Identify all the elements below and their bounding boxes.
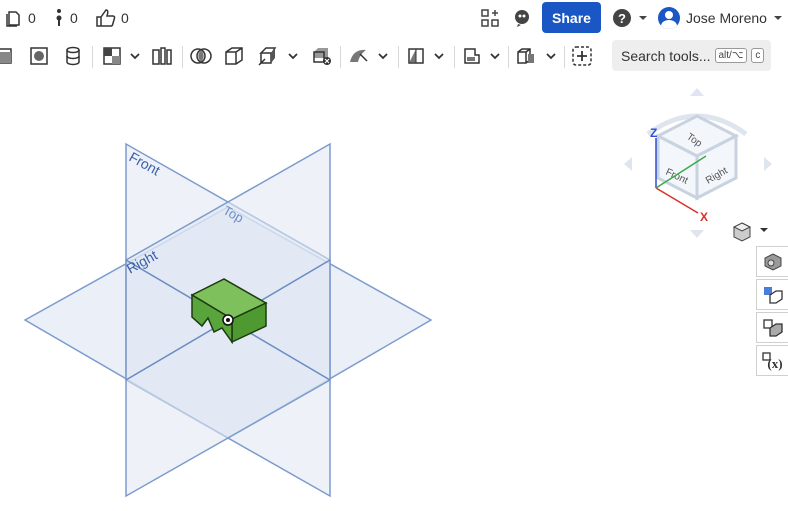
- learning-center-button[interactable]: [512, 8, 532, 33]
- delete-part-tool-button[interactable]: [310, 44, 334, 68]
- shell-icon: [258, 47, 277, 66]
- versions-stat[interactable]: 0: [4, 8, 36, 28]
- sketch-icon: [0, 48, 12, 64]
- configurations-icon: [763, 286, 783, 304]
- boolean-icon: [190, 48, 212, 64]
- toolbar-divider: [92, 46, 93, 68]
- shortcut-key-c: c: [751, 48, 765, 63]
- user-menu[interactable]: Jose Moreno: [658, 7, 783, 29]
- avatar: [658, 7, 680, 29]
- app-store-button[interactable]: [480, 8, 500, 33]
- chevron-down-icon: [288, 53, 298, 60]
- likes-stat[interactable]: 0: [95, 8, 129, 28]
- sweep-icon: [103, 47, 121, 65]
- render-studio-button[interactable]: [756, 246, 788, 277]
- versions-icon: [6, 11, 20, 27]
- chevron-down-icon: [639, 16, 647, 20]
- search-tools-input[interactable]: Search tools... alt/⌥ c: [612, 40, 771, 71]
- mate-dropdown[interactable]: [544, 44, 558, 68]
- search-tools-label: Search tools...: [621, 47, 711, 64]
- modify-face-dropdown[interactable]: [376, 44, 390, 68]
- shell-dropdown[interactable]: [286, 44, 300, 68]
- render-icon: [764, 252, 781, 271]
- mate-tool-button[interactable]: [514, 44, 538, 68]
- add-custom-feature-button[interactable]: [570, 44, 594, 68]
- extrude-tool-button[interactable]: [28, 44, 50, 68]
- sketch-tool-button[interactable]: [0, 44, 14, 68]
- delete-part-icon: [313, 48, 331, 65]
- extrude-icon: [30, 47, 48, 65]
- revolve-icon: [66, 46, 80, 66]
- variables-icon: (x): [761, 351, 782, 371]
- chevron-down-icon: [378, 53, 388, 60]
- shell-tool-button[interactable]: [256, 44, 282, 68]
- shortcut-key-alt: alt/⌥: [714, 48, 748, 63]
- plane-dropdown[interactable]: [432, 44, 446, 68]
- sheet-metal-tool-button[interactable]: [460, 44, 484, 68]
- view-cube[interactable]: Top Front Right Z X: [624, 88, 772, 238]
- graphics-viewport[interactable]: Front Top Right Top Front Right Z X: [0, 76, 788, 506]
- likes-count: 0: [121, 10, 129, 26]
- sweep-dropdown[interactable]: [128, 44, 142, 68]
- appearance-button[interactable]: [756, 279, 788, 310]
- sheet-metal-icon: [464, 48, 480, 64]
- chevron-down-icon: [490, 53, 500, 60]
- help-menu[interactable]: ?: [612, 8, 648, 28]
- modify-face-icon: [350, 49, 368, 62]
- model-canvas[interactable]: Front Top Right Top Front Right Z X: [0, 76, 788, 506]
- right-panel: (x): [756, 246, 788, 378]
- loft-icon: [152, 47, 172, 65]
- plane-icon: [408, 48, 424, 64]
- chevron-down-icon: [546, 53, 556, 60]
- toolbar-divider: [454, 46, 455, 68]
- user-name: Jose Moreno: [686, 10, 767, 26]
- share-button[interactable]: Share: [542, 2, 601, 33]
- chevron-down-icon: [760, 228, 768, 232]
- fillet-tool-button[interactable]: [222, 44, 246, 68]
- like-icon: [96, 9, 116, 27]
- toolbar-divider: [340, 46, 341, 68]
- sweep-tool-button[interactable]: [100, 44, 124, 68]
- revolve-tool-button[interactable]: [62, 44, 84, 68]
- chevron-down-icon: [130, 53, 140, 60]
- rotate-right-arrow[interactable]: [764, 157, 772, 171]
- add-icon: [572, 46, 592, 66]
- z-axis-label: Z: [650, 126, 657, 140]
- top-bar: 0 0 0 Share ? Jose Moreno: [0, 0, 788, 36]
- versions-count: 0: [28, 10, 36, 26]
- svg-text:?: ?: [618, 11, 626, 26]
- x-axis-label: X: [700, 210, 708, 224]
- rotate-up-arrow[interactable]: [690, 88, 704, 96]
- branches-icon: [56, 9, 62, 26]
- chevron-down-icon: [773, 16, 782, 20]
- mate-icon: [517, 48, 534, 64]
- rotate-down-arrow[interactable]: [690, 230, 704, 238]
- learning-icon: [515, 10, 529, 27]
- variables-button[interactable]: (x): [756, 345, 788, 376]
- toolbar-divider: [182, 46, 183, 68]
- boolean-tool-button[interactable]: [188, 44, 214, 68]
- loft-tool-button[interactable]: [150, 44, 174, 68]
- mass-properties-button[interactable]: [756, 312, 788, 343]
- modify-face-tool-button[interactable]: [346, 44, 372, 68]
- toolbar-divider: [564, 46, 565, 68]
- toolbar-divider: [398, 46, 399, 68]
- fillet-icon: [225, 47, 243, 65]
- toolbar-divider: [508, 46, 509, 68]
- branches-stat[interactable]: 0: [52, 8, 78, 28]
- branches-count: 0: [70, 10, 78, 26]
- sheet-metal-dropdown[interactable]: [488, 44, 502, 68]
- help-icon: ?: [613, 9, 631, 27]
- view-options-menu[interactable]: [732, 222, 768, 242]
- chevron-down-icon: [434, 53, 444, 60]
- mass-icon: [762, 318, 783, 337]
- rotate-left-arrow[interactable]: [624, 157, 632, 171]
- svg-text:(x): (x): [767, 356, 782, 371]
- app-store-icon: [481, 9, 499, 27]
- plane-tool-button[interactable]: [404, 44, 428, 68]
